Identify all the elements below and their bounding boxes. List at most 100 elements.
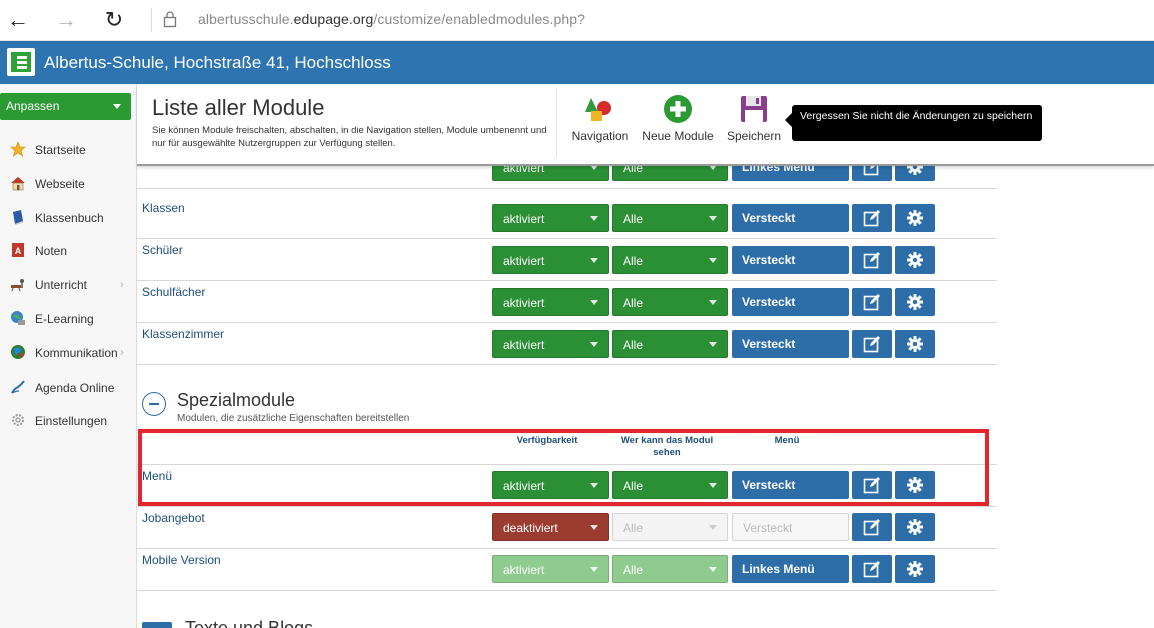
availability-value: deaktiviert: [503, 521, 558, 535]
visibility-value: Alle: [623, 563, 644, 577]
chevron-down-icon: [709, 567, 717, 572]
settings-button[interactable]: [895, 555, 935, 583]
chevron-down-icon: [590, 525, 598, 530]
availability-dropdown[interactable]: aktiviert: [492, 555, 609, 583]
edit-button[interactable]: [852, 555, 892, 583]
visibility-dropdown[interactable]: Alle: [612, 330, 728, 358]
navigation-button[interactable]: Navigation: [570, 94, 630, 143]
sidebar-item-label: Noten: [35, 244, 68, 258]
module-list: LehreraktiviertAlleLinkes MenüKlassenakt…: [137, 164, 1154, 628]
sidebar-item-elearning[interactable]: E-Learning: [0, 304, 136, 334]
edit-button[interactable]: [852, 330, 892, 358]
school-name: Albertus-Schule, Hochstraße 41, Hochschl…: [44, 53, 391, 72]
chevron-down-icon: [590, 216, 598, 221]
save-floppy-icon: [741, 96, 767, 122]
menu-position-button[interactable]: Versteckt: [732, 513, 849, 541]
settings-button[interactable]: [895, 246, 935, 274]
back-arrow-icon[interactable]: ←: [4, 6, 32, 34]
anpassen-button[interactable]: Anpassen: [0, 93, 131, 120]
availability-value: aktiviert: [503, 563, 545, 577]
add-circle-icon: [664, 95, 692, 123]
chevron-down-icon: [113, 104, 121, 109]
visibility-value: Alle: [623, 296, 644, 310]
chevron-down-icon: [590, 567, 598, 572]
edit-icon: [863, 561, 880, 578]
module-name: Jobangebot: [142, 511, 205, 525]
sidebar-item-kommunikation[interactable]: Kommunikation ›: [0, 338, 136, 368]
sidebar-item-agenda-online[interactable]: Agenda Online: [0, 373, 136, 403]
visibility-dropdown[interactable]: Alle: [612, 513, 728, 541]
menu-position-button[interactable]: Linkes Menü: [732, 164, 849, 181]
availability-dropdown[interactable]: aktiviert: [492, 246, 609, 274]
availability-dropdown[interactable]: deaktiviert: [492, 513, 609, 541]
new-module-label: Neue Module: [642, 129, 714, 143]
section-title: Spezialmodule: [177, 390, 296, 410]
sidebar-item-label: Unterricht: [35, 278, 88, 292]
sidebar-item-klassenbuch[interactable]: Klassenbuch: [0, 203, 136, 233]
collapse-minus-icon[interactable]: [142, 392, 166, 416]
menu-position-button[interactable]: Versteckt: [732, 204, 849, 232]
forward-arrow-icon[interactable]: →: [52, 6, 80, 34]
grades-icon: A: [12, 243, 24, 257]
app-header: Albertus-Schule, Hochstraße 41, Hochschl…: [0, 41, 1154, 84]
navigation-label: Navigation: [571, 129, 629, 143]
module-name: Schüler: [142, 243, 183, 257]
visibility-dropdown[interactable]: Alle: [612, 164, 728, 181]
edit-button[interactable]: [852, 513, 892, 541]
gear-icon: [907, 519, 923, 535]
menu-position-button[interactable]: Versteckt: [732, 330, 849, 358]
sidebar-item-label: Agenda Online: [35, 381, 115, 395]
visibility-value: Alle: [623, 212, 644, 226]
edit-button[interactable]: [852, 164, 892, 181]
menu-position-button[interactable]: Linkes Menü: [732, 555, 849, 583]
edupage-logo-icon[interactable]: [7, 48, 35, 76]
chevron-right-icon: ›: [120, 277, 124, 291]
edit-button[interactable]: [852, 204, 892, 232]
edit-icon: [863, 210, 880, 227]
availability-dropdown[interactable]: aktiviert: [492, 288, 609, 316]
edit-button[interactable]: [852, 288, 892, 316]
edit-icon: [863, 336, 880, 353]
sidebar-item-webseite[interactable]: Webseite: [0, 169, 136, 199]
svg-text:A: A: [15, 246, 22, 256]
availability-value: aktiviert: [503, 212, 545, 226]
sidebar-item-label: Klassenbuch: [35, 211, 104, 225]
section-expand-icon[interactable]: [142, 622, 172, 628]
save-button[interactable]: Speichern: [726, 94, 782, 143]
url-bar[interactable]: albertusschule.edupage.org/customize/ena…: [198, 11, 585, 27]
settings-button[interactable]: [895, 164, 935, 181]
sidebar-item-unterricht[interactable]: Unterricht ›: [0, 270, 136, 300]
edit-button[interactable]: [852, 246, 892, 274]
sidebar-item-einstellungen[interactable]: Einstellungen: [0, 406, 136, 436]
visibility-dropdown[interactable]: Alle: [612, 246, 728, 274]
settings-button[interactable]: [895, 330, 935, 358]
edit-icon: [863, 252, 880, 269]
settings-button[interactable]: [895, 513, 935, 541]
visibility-value: Alle: [623, 164, 644, 175]
visibility-dropdown[interactable]: Alle: [612, 288, 728, 316]
save-tooltip: Vergessen Sie nicht die Änderungen zu sp…: [785, 105, 1042, 141]
settings-button[interactable]: [895, 204, 935, 232]
module-name: Schulfächer: [142, 285, 206, 299]
sidebar-item-noten[interactable]: A Noten: [0, 236, 136, 266]
chevron-right-icon: ›: [120, 345, 124, 359]
pen-icon: [11, 380, 25, 394]
availability-dropdown[interactable]: aktiviert: [492, 204, 609, 232]
availability-value: aktiviert: [503, 164, 545, 175]
menu-position-button[interactable]: Versteckt: [732, 246, 849, 274]
visibility-value: Alle: [623, 521, 644, 535]
settings-button[interactable]: [895, 288, 935, 316]
module-row-klassen: Klassen aktiviert Alle Versteckt: [137, 197, 997, 239]
availability-dropdown[interactable]: aktiviert: [492, 164, 609, 181]
menu-position-button[interactable]: Versteckt: [732, 288, 849, 316]
visibility-dropdown[interactable]: Alle: [612, 555, 728, 583]
module-row-mobile-version: Mobile Version aktiviert Alle Linkes Menü: [137, 549, 997, 591]
visibility-dropdown[interactable]: Alle: [612, 204, 728, 232]
reload-icon[interactable]: ↻: [100, 6, 128, 34]
gear-icon: [907, 561, 923, 577]
availability-dropdown[interactable]: aktiviert: [492, 330, 609, 358]
anpassen-label: Anpassen: [6, 99, 60, 113]
url-prefix: albertusschule.: [198, 11, 294, 27]
new-module-button[interactable]: Neue Module: [641, 94, 715, 143]
sidebar-item-startseite[interactable]: Startseite: [0, 135, 136, 165]
